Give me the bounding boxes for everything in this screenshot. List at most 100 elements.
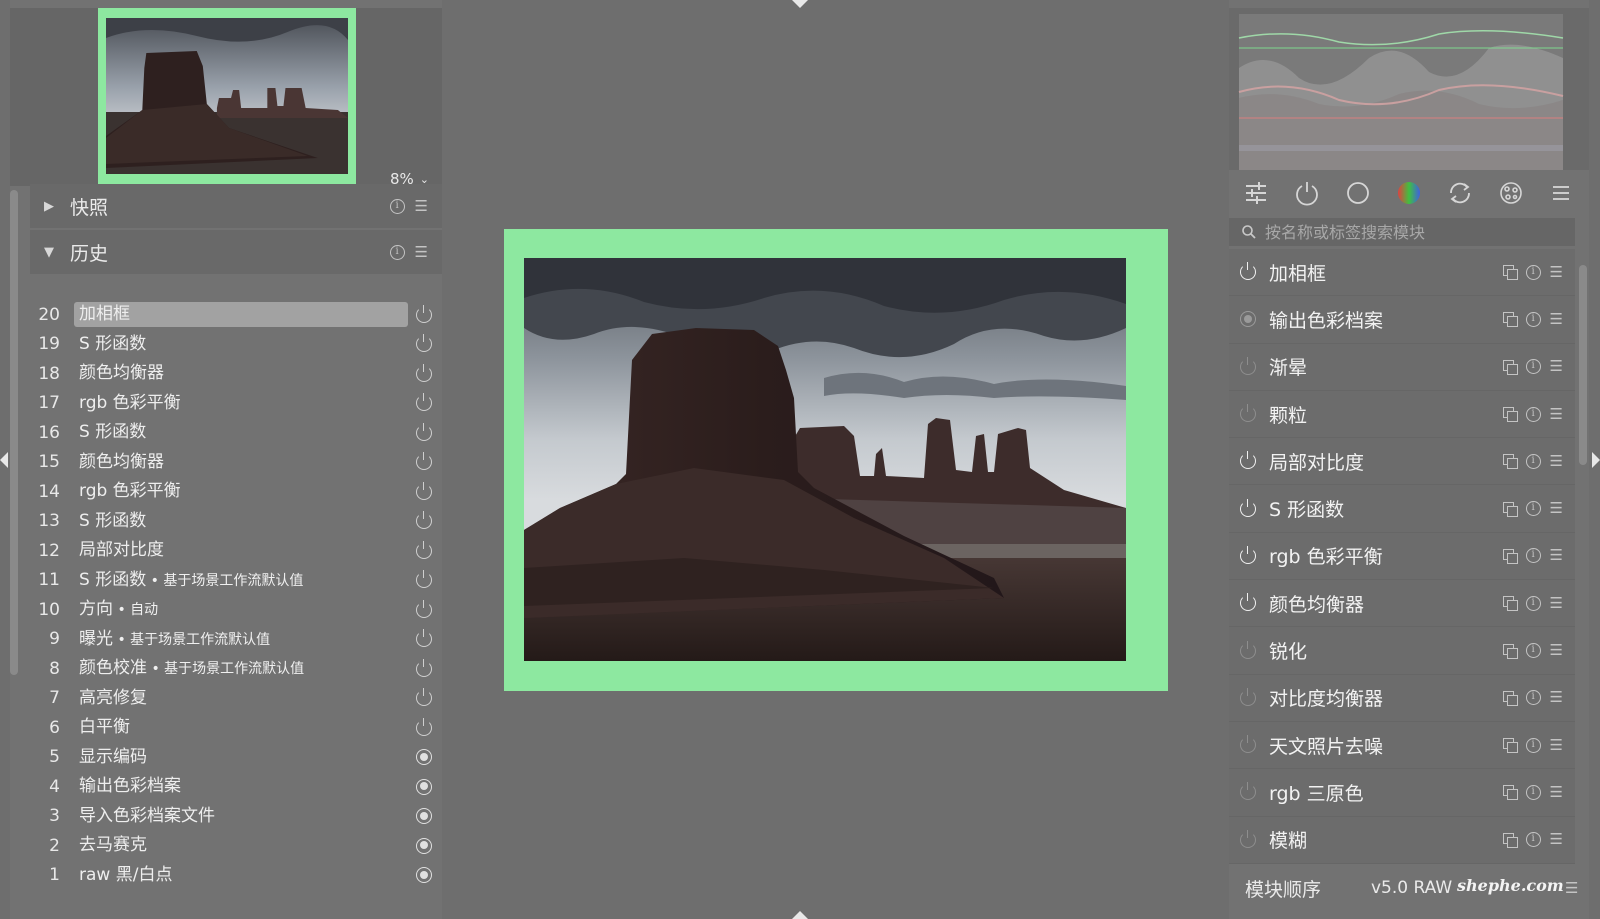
history-item[interactable]: 11 S 形函数 • 基于场景工作流默认值 [30, 566, 442, 596]
history-item[interactable]: 10 方向 • 自动 [30, 595, 442, 625]
always-on-icon[interactable] [1240, 311, 1256, 328]
history-item-label[interactable]: S 形函数 [74, 332, 408, 357]
multi-instance-icon[interactable] [1502, 359, 1518, 375]
module-search-input[interactable] [1265, 222, 1565, 242]
presets-menu-icon[interactable]: ☰ [1550, 784, 1563, 800]
history-item-label[interactable]: rgb 色彩平衡 [74, 391, 408, 416]
history-item[interactable]: 14 rgb 色彩平衡 [30, 477, 442, 507]
multi-instance-icon[interactable] [1502, 596, 1518, 612]
history-item-label[interactable]: 局部对比度 [74, 538, 408, 563]
quick-access-icon[interactable] [1243, 180, 1269, 206]
power-icon[interactable] [1240, 640, 1256, 659]
module-header[interactable]: 锐化 i ☰ [1229, 627, 1575, 675]
power-icon[interactable] [1240, 451, 1256, 470]
history-item[interactable]: 6 白平衡 [30, 713, 442, 743]
image-frame[interactable] [504, 229, 1168, 691]
reset-icon[interactable]: i [1525, 832, 1541, 848]
base-modules-icon[interactable] [1345, 180, 1371, 206]
presets-menu-icon[interactable]: ☰ [1550, 406, 1563, 422]
history-item-label[interactable]: 曝光 • 基于场景工作流默认值 [74, 627, 408, 652]
collapse-bottom-panel-arrow[interactable] [792, 911, 808, 919]
presets-menu-icon[interactable]: ☰ [1550, 453, 1563, 469]
reset-icon[interactable]: i [1525, 737, 1541, 753]
collapse-top-panel-arrow[interactable] [792, 0, 808, 8]
multi-instance-icon[interactable] [1502, 832, 1518, 848]
history-item[interactable]: 9 曝光 • 基于场景工作流默认值 [30, 625, 442, 655]
left-panel-scrollbar[interactable] [10, 190, 18, 675]
multi-instance-icon[interactable] [1502, 265, 1518, 281]
reset-icon[interactable]: i [1525, 311, 1541, 327]
multi-instance-icon[interactable] [1502, 454, 1518, 470]
presets-menu-icon[interactable]: ☰ [1550, 359, 1563, 374]
history-item-label[interactable]: 去马赛克 [74, 833, 408, 858]
module-header[interactable]: 对比度均衡器 i ☰ [1229, 674, 1575, 722]
history-item[interactable]: 3 导入色彩档案文件 [30, 802, 442, 832]
presets-menu-icon[interactable] [1548, 180, 1574, 206]
history-item-label[interactable]: 颜色均衡器 [74, 450, 408, 475]
multi-instance-icon[interactable] [1502, 738, 1518, 754]
reset-icon[interactable]: i [1525, 595, 1541, 611]
color-modules-icon[interactable] [1396, 180, 1422, 206]
history-item-label[interactable]: 高亮修复 [74, 686, 408, 711]
module-header[interactable]: 渐晕 i ☰ [1229, 343, 1575, 391]
multi-instance-icon[interactable] [1502, 643, 1518, 659]
presets-menu-icon[interactable]: ☰ [1550, 737, 1563, 753]
history-item-label[interactable]: S 形函数 • 基于场景工作流默认值 [74, 568, 408, 593]
power-icon[interactable] [1240, 687, 1256, 706]
reset-icon[interactable]: i [1525, 359, 1541, 375]
multi-instance-icon[interactable] [1502, 312, 1518, 328]
history-item[interactable]: 13 S 形函数 [30, 507, 442, 537]
history-item[interactable]: 16 S 形函数 [30, 418, 442, 448]
history-item-label[interactable]: 白平衡 [74, 715, 408, 740]
history-item[interactable]: 7 高亮修复 [30, 684, 442, 714]
presets-menu-icon[interactable]: ☰ [1550, 643, 1563, 658]
history-item-label[interactable]: 显示编码 [74, 745, 408, 770]
reset-icon[interactable]: i [1525, 784, 1541, 800]
history-item-label[interactable]: 输出色彩档案 [74, 774, 408, 799]
correct-modules-icon[interactable] [1447, 180, 1473, 206]
active-modules-icon[interactable] [1294, 180, 1320, 206]
multi-instance-icon[interactable] [1502, 501, 1518, 517]
histogram-waveform[interactable] [1229, 8, 1589, 170]
reset-icon[interactable]: i [1525, 453, 1541, 469]
collapse-left-panel-arrow[interactable] [0, 452, 8, 468]
presets-menu-icon[interactable]: ☰ [1550, 501, 1563, 516]
module-header[interactable]: 颗粒 i ☰ [1229, 390, 1575, 439]
power-icon[interactable] [1240, 593, 1256, 612]
power-icon[interactable] [1240, 356, 1256, 375]
module-header[interactable]: S 形函数 i ☰ [1229, 485, 1575, 533]
multi-instance-icon[interactable] [1502, 548, 1518, 564]
power-icon[interactable] [1240, 404, 1256, 423]
history-item[interactable]: 1 raw 黑/白点 [30, 861, 442, 891]
reset-icon[interactable]: i [389, 244, 405, 260]
module-header[interactable]: 颜色均衡器 i ☰ [1229, 580, 1575, 628]
history-item[interactable]: 17 rgb 色彩平衡 [30, 389, 442, 419]
reset-icon[interactable]: i [1525, 643, 1541, 659]
presets-menu-icon[interactable]: ☰ [1550, 311, 1563, 327]
module-header[interactable]: rgb 三原色 i ☰ [1229, 769, 1575, 817]
presets-menu-icon[interactable]: ☰ [1565, 880, 1578, 896]
module-header[interactable]: 模糊 i ☰ [1229, 816, 1575, 864]
history-item[interactable]: 2 去马赛克 [30, 831, 442, 861]
presets-menu-icon[interactable]: ☰ [415, 244, 428, 260]
history-item[interactable]: 18 颜色均衡器 [30, 359, 442, 389]
navigation-thumbnail[interactable] [98, 8, 356, 186]
power-icon[interactable] [1240, 545, 1256, 564]
history-item-label[interactable]: raw 黑/白点 [74, 863, 408, 888]
module-header[interactable]: 加相框 i ☰ [1229, 249, 1575, 297]
collapse-right-panel-arrow[interactable] [1592, 452, 1600, 468]
presets-menu-icon[interactable]: ☰ [1550, 690, 1563, 705]
history-item-label[interactable]: 加相框 [74, 302, 408, 328]
multi-instance-icon[interactable] [1502, 690, 1518, 706]
history-item-label[interactable]: 导入色彩档案文件 [74, 804, 408, 829]
reset-icon[interactable]: i [1525, 406, 1541, 422]
history-item[interactable]: 4 输出色彩档案 [30, 772, 442, 802]
history-item[interactable]: 5 显示编码 [30, 743, 442, 773]
history-item[interactable]: 19 S 形函数 [30, 330, 442, 360]
power-icon[interactable] [1240, 829, 1256, 848]
presets-menu-icon[interactable]: ☰ [1550, 832, 1563, 847]
power-icon[interactable] [1240, 782, 1256, 801]
reset-icon[interactable]: i [389, 198, 405, 214]
multi-instance-icon[interactable] [1502, 407, 1518, 423]
snapshots-header[interactable]: ▶ 快照 i ☰ [30, 184, 442, 228]
